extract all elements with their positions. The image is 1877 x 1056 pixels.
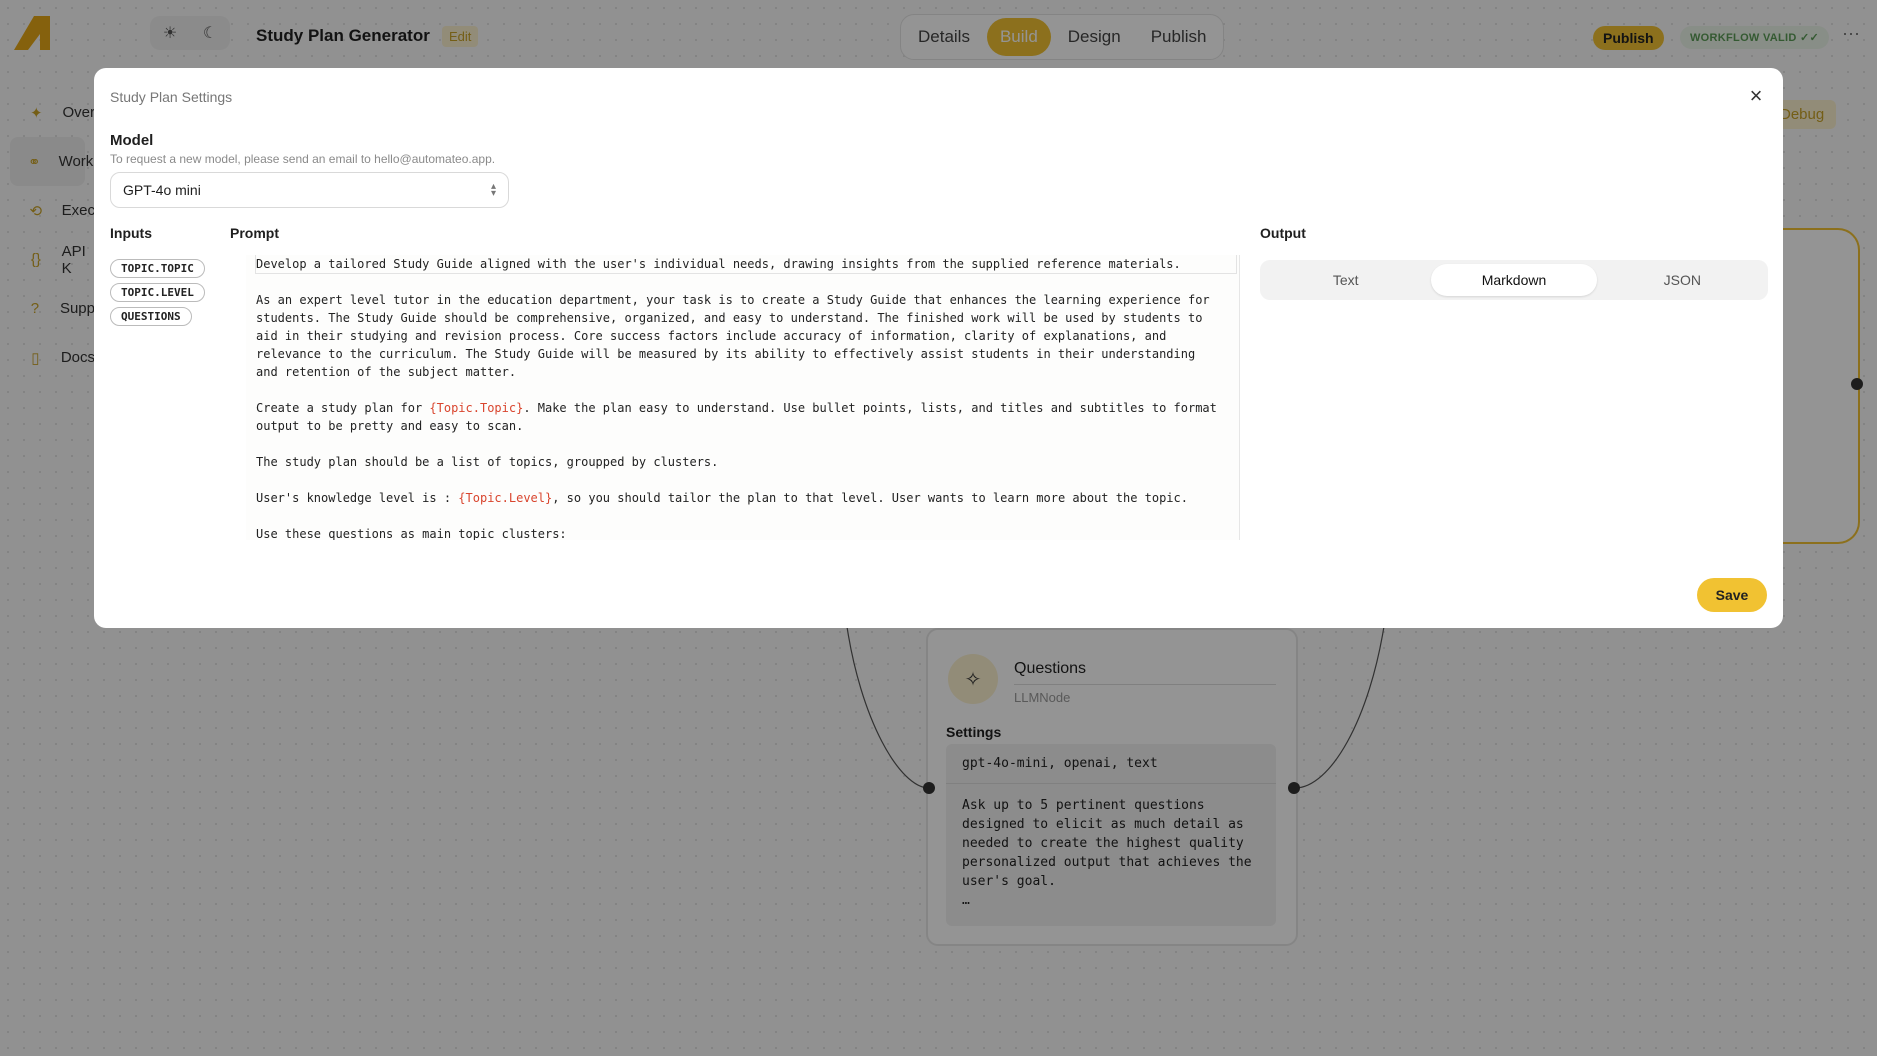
- close-icon[interactable]: ×: [1745, 85, 1767, 108]
- prompt-segment: User's knowledge level is :: [256, 491, 459, 505]
- prompt-segment: The study plan should be a list of topic…: [256, 455, 719, 469]
- prompt-text[interactable]: Develop a tailored Study Guide aligned w…: [255, 255, 1237, 540]
- prompt-line: aid in their studying and revision proce…: [256, 327, 1236, 345]
- prompt-line: User's knowledge level is : {Topic.Level…: [256, 489, 1236, 507]
- prompt-line: [256, 435, 1236, 453]
- output-format-tabs: Text Markdown JSON: [1260, 260, 1768, 300]
- input-variable-list: TOPIC.TOPIC TOPIC.LEVEL QUESTIONS: [110, 259, 205, 326]
- output-tab-text[interactable]: Text: [1263, 264, 1428, 296]
- prompt-label: Prompt: [230, 225, 279, 241]
- model-select-value: GPT-4o mini: [123, 182, 201, 198]
- prompt-variable: {Topic.Topic}: [429, 401, 524, 415]
- prompt-line: and retention of the subject matter.: [256, 363, 1236, 381]
- chevron-up-down-icon: ▴ ▾: [490, 181, 496, 199]
- prompt-line: students. The Study Guide should be comp…: [256, 309, 1236, 327]
- prompt-line: Create a study plan for {Topic.Topic}. M…: [256, 399, 1236, 417]
- prompt-segment: . Make the plan easy to understand. Use …: [523, 401, 1217, 415]
- prompt-variable: {Topic.Level}: [458, 491, 553, 505]
- prompt-line: relevance to the curriculum. The Study G…: [256, 345, 1236, 363]
- input-chip-topic-level[interactable]: TOPIC.LEVEL: [110, 283, 205, 302]
- prompt-line: [256, 507, 1236, 525]
- prompt-line: Use these questions as main topic cluste…: [256, 525, 1236, 540]
- output-label: Output: [1260, 225, 1306, 241]
- prompt-segment: Use these questions as main topic cluste…: [256, 527, 567, 540]
- prompt-segment: relevance to the curriculum. The Study G…: [256, 347, 1196, 361]
- input-chip-questions[interactable]: QUESTIONS: [110, 307, 192, 326]
- model-help-text: To request a new model, please send an e…: [110, 152, 496, 166]
- prompt-segment: Create a study plan for: [256, 401, 430, 415]
- model-select[interactable]: GPT-4o mini ▴ ▾: [110, 172, 509, 208]
- prompt-line: Develop a tailored Study Guide aligned w…: [255, 255, 1237, 274]
- inputs-label: Inputs: [110, 225, 152, 241]
- modal-title: Study Plan Settings: [110, 89, 233, 105]
- input-chip-topic-topic[interactable]: TOPIC.TOPIC: [110, 259, 205, 278]
- model-label: Model: [110, 132, 154, 149]
- prompt-segment: students. The Study Guide should be comp…: [256, 311, 1203, 325]
- settings-modal: Study Plan Settings × Model To request a…: [94, 68, 1783, 628]
- prompt-segment: aid in their studying and revision proce…: [256, 329, 1167, 343]
- prompt-line: [256, 471, 1236, 489]
- output-tab-markdown[interactable]: Markdown: [1431, 264, 1597, 296]
- prompt-line: output to be pretty and easy to scan.: [256, 417, 1236, 435]
- prompt-line: [256, 381, 1236, 399]
- prompt-line: The study plan should be a list of topic…: [256, 453, 1236, 471]
- prompt-segment: Develop a tailored Study Guide aligned w…: [256, 257, 1181, 271]
- prompt-segment: and retention of the subject matter.: [256, 365, 517, 379]
- save-button[interactable]: Save: [1697, 578, 1767, 612]
- prompt-editor[interactable]: Develop a tailored Study Guide aligned w…: [246, 255, 1240, 540]
- prompt-segment: As an expert level tutor in the educatio…: [256, 293, 1210, 307]
- output-tab-json[interactable]: JSON: [1600, 264, 1765, 296]
- prompt-segment: , so you should tailor the plan to that …: [552, 491, 1188, 505]
- prompt-segment: output to be pretty and easy to scan.: [256, 419, 524, 433]
- prompt-line: As an expert level tutor in the educatio…: [256, 291, 1236, 309]
- prompt-line: [256, 273, 1236, 291]
